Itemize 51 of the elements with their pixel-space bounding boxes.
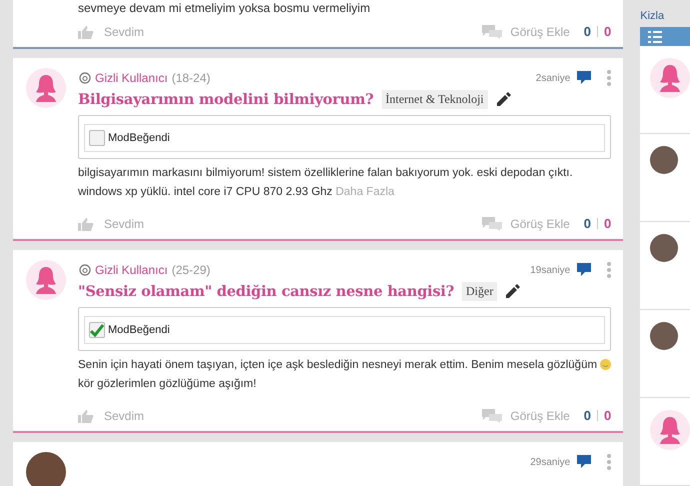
- thumbs-up-icon: [78, 216, 96, 230]
- question-body: Senin için hayati önem taşıyan, içten içe aşk beslediğin nesneyi merak ettim. Benim mesela gözlüğüm kör gözlerimlen gözlüğüme aşığım!: [78, 356, 612, 394]
- question-title[interactable]: Bilgisayarımın modelini bilmiyorum?: [78, 91, 374, 108]
- like-count: 0: [584, 24, 592, 39]
- user-name[interactable]: Gizli Kullanıcı: [95, 71, 168, 85]
- question-body: bilgisayarımın markasını bilmiyorum! sistem özelliklerine falan bakıyorum yok. eski depodan çıktı. windows xp yüklü. intel core i7 CPU 870 2.93 Ghz Daha Fazla: [78, 166, 574, 200]
- age-range: (18-24): [172, 71, 210, 85]
- like-count: 0: [584, 216, 592, 231]
- list-icon[interactable]: [648, 30, 662, 43]
- avatar-silhouette-icon: [650, 410, 690, 450]
- avatar-photo-placeholder: [650, 234, 678, 262]
- like-button[interactable]: Sevdim: [78, 216, 144, 230]
- speech-bubbles-icon: [482, 24, 502, 38]
- category-tag[interactable]: İnternet & Teknoloji: [382, 90, 488, 109]
- age-range: (25-29): [172, 263, 210, 277]
- avatar-silhouette-icon: [26, 68, 66, 108]
- post-time: 29saniye: [530, 456, 570, 468]
- question-title[interactable]: "Sensiz olamam" dediğin cansız nesne hangisi?: [78, 283, 454, 300]
- avatar-silhouette-icon: [26, 260, 66, 300]
- pencil-icon[interactable]: [496, 92, 511, 107]
- avatar-photo-placeholder: [650, 146, 678, 174]
- read-more-link[interactable]: Daha Fazla: [336, 186, 394, 198]
- like-button[interactable]: Sevdim: [78, 408, 144, 422]
- mod-liked-checkbox[interactable]: ModBeğendi: [84, 124, 606, 152]
- check-icon: [90, 324, 104, 336]
- post-time: 19saniye: [530, 264, 570, 276]
- comment-count: 0: [604, 216, 612, 231]
- comment-count: 0: [604, 408, 612, 423]
- pencil-icon[interactable]: [505, 284, 520, 299]
- like-count: 0: [584, 408, 592, 423]
- question-body: sevmeye devam mi etmeliyim yoksa bosmu vermeliyim: [78, 1, 372, 16]
- sidebar-title[interactable]: Kizla: [640, 10, 690, 28]
- thumbs-up-icon: [78, 24, 96, 38]
- comment-bubble-icon[interactable]: [577, 71, 592, 85]
- post-time: 2saniye: [536, 72, 570, 84]
- avatar-photo-placeholder: [26, 452, 66, 486]
- speech-bubbles-icon: [482, 408, 502, 422]
- add-comment-button[interactable]: Görüş Ekle: [482, 408, 570, 422]
- add-comment-button[interactable]: Görüş Ekle: [482, 24, 570, 38]
- like-button[interactable]: Sevdim: [78, 24, 144, 38]
- comment-count: 0: [604, 24, 612, 39]
- avatar-silhouette-icon: [650, 58, 690, 98]
- comment-bubble-icon[interactable]: [577, 263, 592, 277]
- category-tag[interactable]: Diğer: [462, 282, 498, 301]
- speech-bubbles-icon: [482, 216, 502, 230]
- avatar-photo-placeholder: [650, 322, 678, 350]
- mod-liked-checkbox[interactable]: ModBeğendi: [84, 316, 606, 344]
- user-name[interactable]: Gizli Kullanıcı: [95, 263, 168, 277]
- thumbs-up-icon: [78, 408, 96, 422]
- add-comment-button[interactable]: Görüş Ekle: [482, 216, 570, 230]
- comment-bubble-icon[interactable]: [577, 455, 592, 469]
